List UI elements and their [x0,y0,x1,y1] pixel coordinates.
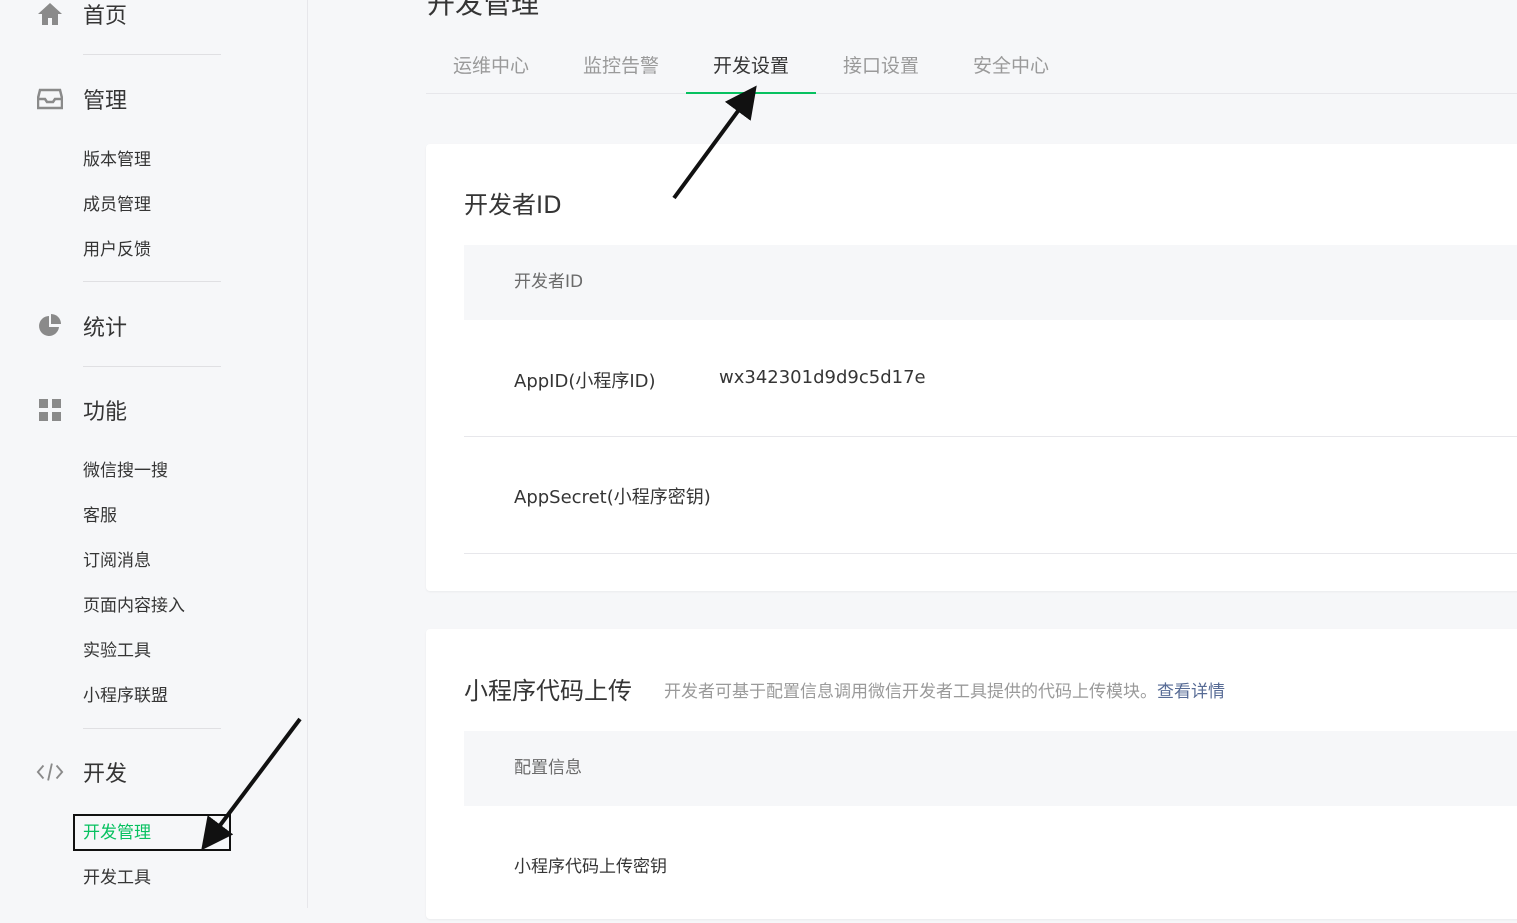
tab-ops-center[interactable]: 运维中心 [426,41,556,94]
sidebar-group-features[interactable]: 功能 [36,395,127,425]
card-description: 开发者可基于配置信息调用微信开发者工具提供的代码上传模块。查看详情 [664,677,1225,702]
upload-key-label: 小程序代码上传密钥 [514,857,667,877]
table-header: 配置信息 [464,731,1517,806]
sidebar-divider [83,728,221,729]
sidebar-item-label: 首页 [83,4,128,29]
sidebar-item-customer-service[interactable]: 客服 [83,504,117,528]
tab-api-settings[interactable]: 接口设置 [816,41,946,94]
sidebar-item-members[interactable]: 成员管理 [83,193,151,217]
developer-id-card: 开发者ID 开发者ID AppID(小程序ID) wx342301d9d9c5d… [426,144,1517,591]
tab-security-center[interactable]: 安全中心 [946,41,1076,94]
table-row: 小程序代码上传密钥 [464,806,1517,923]
table-row: AppID(小程序ID) wx342301d9d9c5d17e [464,320,1517,437]
sidebar-group-label: 开发 [83,762,128,787]
annotation-highlight-box [73,814,231,851]
sidebar-divider [83,366,221,367]
sidebar-item-home[interactable]: 首页 [36,0,127,29]
code-icon [36,758,64,786]
sidebar-divider [83,281,221,282]
sidebar-group-label: 管理 [83,89,128,114]
sidebar: 首页 管理 版本管理 成员管理 用户反馈 统计 功能 微信搜一搜 客服 订阅消息… [0,0,308,908]
pie-chart-icon [36,312,64,340]
sidebar-item-subscribe-message[interactable]: 订阅消息 [83,549,151,573]
appid-label: AppID(小程序ID) [514,371,656,392]
table-header-label: 开发者ID [514,272,584,292]
tab-bar: 运维中心 监控告警 开发设置 接口设置 安全中心 [426,41,1517,94]
card-description-text: 开发者可基于配置信息调用微信开发者工具提供的代码上传模块。 [664,682,1157,702]
card-title: 小程序代码上传 [464,677,632,705]
sidebar-item-stats[interactable]: 统计 [36,311,127,341]
appid-value[interactable]: wx342301d9d9c5d17e [719,367,926,388]
sidebar-group-develop[interactable]: 开发 [36,757,127,787]
code-upload-card: 小程序代码上传 开发者可基于配置信息调用微信开发者工具提供的代码上传模块。查看详… [426,629,1517,919]
table-header-label: 配置信息 [514,758,582,778]
sidebar-item-alliance[interactable]: 小程序联盟 [83,684,168,708]
appsecret-label: AppSecret(小程序密钥) [514,487,711,508]
tab-dev-settings[interactable]: 开发设置 [686,41,816,94]
sidebar-item-label: 统计 [83,316,128,341]
sidebar-item-feedback[interactable]: 用户反馈 [83,238,151,262]
sidebar-item-wechat-search[interactable]: 微信搜一搜 [83,459,168,483]
sidebar-item-dev-tools[interactable]: 开发工具 [83,866,151,890]
sidebar-item-page-content[interactable]: 页面内容接入 [83,594,185,618]
card-title: 开发者ID [464,191,562,219]
sidebar-divider [83,54,221,55]
view-details-link[interactable]: 查看详情 [1157,682,1225,702]
sidebar-group-label: 功能 [83,400,128,425]
page-title: 开发管理 [427,0,540,20]
inbox-icon [36,85,64,113]
grid-icon [36,396,64,424]
sidebar-item-experiment-tools[interactable]: 实验工具 [83,639,151,663]
sidebar-group-manage[interactable]: 管理 [36,84,127,114]
table-row: AppSecret(小程序密钥) [464,437,1517,554]
home-icon [36,0,64,28]
tab-monitoring[interactable]: 监控告警 [556,41,686,94]
table-header: 开发者ID [464,245,1517,320]
sidebar-item-version[interactable]: 版本管理 [83,148,151,172]
